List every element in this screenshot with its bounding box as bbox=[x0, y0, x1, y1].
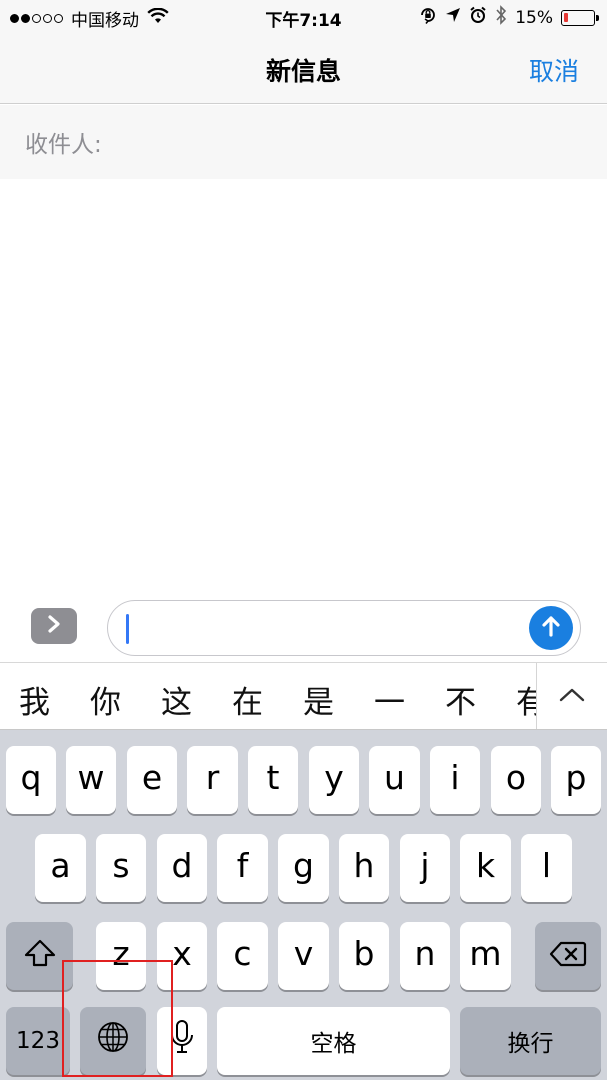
alarm-icon bbox=[469, 6, 487, 29]
numbers-key[interactable]: 123 bbox=[6, 1007, 70, 1075]
globe-icon bbox=[96, 1020, 130, 1062]
key-label: x bbox=[172, 933, 192, 973]
key-f[interactable]: f bbox=[217, 834, 268, 902]
space-key[interactable]: 空格 bbox=[217, 1007, 450, 1075]
key-label: v bbox=[293, 933, 314, 973]
key-s[interactable]: s bbox=[96, 834, 146, 902]
key-label: i bbox=[450, 757, 460, 797]
candidate-word[interactable]: 一 bbox=[374, 677, 405, 722]
candidate-word[interactable]: 这 bbox=[161, 677, 192, 722]
expand-apps-button[interactable] bbox=[31, 608, 77, 644]
key-v[interactable]: v bbox=[278, 922, 329, 990]
candidate-word[interactable]: 不 bbox=[445, 677, 476, 722]
message-input-bar bbox=[0, 590, 607, 662]
key-d[interactable]: d bbox=[157, 834, 207, 902]
key-label: d bbox=[171, 845, 193, 885]
battery-level bbox=[564, 12, 568, 22]
key-label: f bbox=[236, 845, 249, 885]
orientation-lock-icon bbox=[419, 6, 437, 29]
backspace-key[interactable] bbox=[535, 922, 601, 990]
key-k[interactable]: k bbox=[460, 834, 511, 902]
key-label: o bbox=[505, 757, 527, 797]
key-m[interactable]: m bbox=[460, 922, 511, 990]
key-label: y bbox=[324, 757, 344, 797]
key-j[interactable]: j bbox=[400, 834, 450, 902]
candidate-word[interactable]: 在 bbox=[232, 677, 263, 722]
key-label: r bbox=[205, 757, 220, 797]
key-label: n bbox=[414, 933, 436, 973]
key-label: k bbox=[475, 845, 496, 885]
key-t[interactable]: t bbox=[248, 746, 298, 814]
key-q[interactable]: q bbox=[6, 746, 56, 814]
key-l[interactable]: l bbox=[521, 834, 572, 902]
shift-key[interactable] bbox=[6, 922, 73, 990]
return-key-label: 换行 bbox=[507, 1031, 554, 1057]
key-label: j bbox=[420, 845, 430, 885]
numbers-key-label: 123 bbox=[16, 1028, 60, 1054]
key-o[interactable]: o bbox=[491, 746, 541, 814]
cancel-button[interactable]: 取消 bbox=[529, 52, 579, 88]
key-i[interactable]: i bbox=[430, 746, 480, 814]
bluetooth-icon bbox=[495, 5, 507, 30]
dictation-key[interactable] bbox=[157, 1007, 207, 1075]
key-label: a bbox=[50, 845, 71, 885]
key-label: e bbox=[141, 757, 163, 797]
key-label: m bbox=[469, 933, 502, 973]
arrow-up-icon bbox=[538, 613, 564, 643]
shift-icon bbox=[23, 937, 57, 976]
expand-candidates-button[interactable] bbox=[536, 663, 607, 729]
key-label: p bbox=[565, 757, 587, 797]
key-b[interactable]: b bbox=[339, 922, 389, 990]
candidate-bar: 我 你 这 在 是 一 不 有 bbox=[0, 662, 607, 730]
recipient-field[interactable]: 收件人: bbox=[0, 105, 607, 179]
status-bar: 中国移动 下午7:14 15% bbox=[0, 0, 607, 34]
key-label: h bbox=[353, 845, 375, 885]
keyboard: q w e r t y u i o p a s d f g h j k l z … bbox=[0, 730, 607, 1080]
key-label: b bbox=[353, 933, 375, 973]
battery-icon bbox=[561, 9, 599, 26]
key-w[interactable]: w bbox=[66, 746, 116, 814]
candidate-word[interactable]: 我 bbox=[19, 677, 50, 722]
key-a[interactable]: a bbox=[35, 834, 86, 902]
location-icon bbox=[445, 7, 461, 28]
candidate-word[interactable]: 你 bbox=[90, 677, 121, 722]
key-z[interactable]: z bbox=[96, 922, 146, 990]
message-input[interactable] bbox=[107, 600, 581, 656]
key-label: t bbox=[266, 757, 280, 797]
key-e[interactable]: e bbox=[127, 746, 177, 814]
key-g[interactable]: g bbox=[278, 834, 329, 902]
key-label: q bbox=[20, 757, 42, 797]
text-caret bbox=[126, 614, 129, 644]
globe-key[interactable] bbox=[80, 1007, 146, 1075]
chevron-up-icon bbox=[558, 686, 586, 708]
key-p[interactable]: p bbox=[551, 746, 601, 814]
nav-bar: 新信息 取消 bbox=[0, 34, 607, 104]
key-label: s bbox=[112, 845, 130, 885]
key-n[interactable]: n bbox=[400, 922, 450, 990]
candidate-word[interactable]: 是 bbox=[303, 677, 334, 722]
key-r[interactable]: r bbox=[187, 746, 238, 814]
status-right: 15% bbox=[419, 5, 599, 30]
key-u[interactable]: u bbox=[369, 746, 420, 814]
key-label: z bbox=[112, 933, 130, 973]
key-label: u bbox=[384, 757, 405, 797]
return-key[interactable]: 换行 bbox=[460, 1007, 601, 1075]
chevron-right-icon bbox=[46, 614, 62, 638]
battery-percent: 15% bbox=[515, 7, 553, 28]
key-label: l bbox=[541, 845, 552, 885]
microphone-icon bbox=[170, 1019, 194, 1063]
key-label: g bbox=[293, 845, 314, 885]
backspace-icon bbox=[549, 937, 587, 976]
key-y[interactable]: y bbox=[309, 746, 359, 814]
key-label: w bbox=[77, 757, 105, 797]
key-c[interactable]: c bbox=[217, 922, 268, 990]
key-h[interactable]: h bbox=[339, 834, 389, 902]
key-x[interactable]: x bbox=[157, 922, 207, 990]
key-label: c bbox=[233, 933, 252, 973]
send-button[interactable] bbox=[529, 606, 573, 650]
recipient-label: 收件人: bbox=[25, 132, 102, 158]
space-key-label: 空格 bbox=[310, 1031, 357, 1057]
page-title: 新信息 bbox=[265, 57, 341, 86]
